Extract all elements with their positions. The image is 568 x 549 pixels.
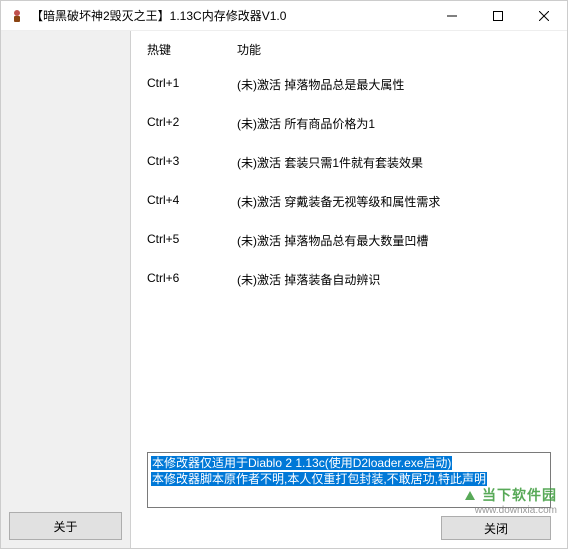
minimize-button[interactable]: [429, 1, 475, 30]
bottom-bar: 关闭: [147, 512, 551, 548]
hotkey-label: Ctrl+3: [147, 154, 237, 171]
main-panel: 热键 功能 Ctrl+1(未)激活 掉落物品总是最大属性Ctrl+2(未)激活 …: [131, 31, 567, 548]
hotkey-list: Ctrl+1(未)激活 掉落物品总是最大属性 Ctrl+2(未)激活 所有商品价格…: [147, 76, 551, 310]
function-label: (未)激活 所有商品价格为1: [237, 115, 551, 132]
titlebar: 【暗黑破坏神2毁灭之王】1.13C内存修改器V1.0: [1, 1, 567, 31]
app-window: 【暗黑破坏神2毁灭之王】1.13C内存修改器V1.0 关于 热键 功能 Ctrl…: [0, 0, 568, 549]
hotkey-row: Ctrl+1(未)激活 掉落物品总是最大属性: [147, 76, 551, 93]
hotkey-label: Ctrl+1: [147, 76, 237, 93]
sidebar-spacer: [1, 31, 130, 508]
hotkey-row: Ctrl+3(未)激活 套装只需1件就有套装效果: [147, 154, 551, 171]
hotkey-label: Ctrl+6: [147, 271, 237, 288]
window-title: 【暗黑破坏神2毁灭之王】1.13C内存修改器V1.0: [31, 7, 429, 24]
hotkey-row: Ctrl+4(未)激活 穿戴装备无视等级和属性需求: [147, 193, 551, 210]
function-label: (未)激活 掉落物品总有最大数量凹槽: [237, 232, 551, 249]
main-spacer: [147, 310, 551, 452]
hotkey-label: Ctrl+4: [147, 193, 237, 210]
app-icon: [9, 8, 25, 24]
window-controls: [429, 1, 567, 30]
header-hotkey: 热键: [147, 41, 237, 58]
maximize-button[interactable]: [475, 1, 521, 30]
notice-line-2: 本修改器脚本原作者不明,本人仅重打包封装,不敢居功,特此声明: [151, 472, 487, 486]
function-label: (未)激活 套装只需1件就有套装效果: [237, 154, 551, 171]
about-button[interactable]: 关于: [9, 512, 122, 540]
function-label: (未)激活 穿戴装备无视等级和属性需求: [237, 193, 551, 210]
function-label: (未)激活 掉落物品总是最大属性: [237, 76, 551, 93]
header-function: 功能: [237, 41, 551, 58]
notice-line-1: 本修改器仅适用于Diablo 2 1.13c(使用D2loader.exe启动): [151, 456, 452, 470]
hotkey-row: Ctrl+2(未)激活 所有商品价格为1: [147, 115, 551, 132]
close-window-button[interactable]: [521, 1, 567, 30]
hotkey-row: Ctrl+6(未)激活 掉落装备自动辨识: [147, 271, 551, 288]
close-button[interactable]: 关闭: [441, 516, 551, 540]
body-area: 关于 热键 功能 Ctrl+1(未)激活 掉落物品总是最大属性Ctrl+2(未)…: [1, 31, 567, 548]
hotkey-label: Ctrl+2: [147, 115, 237, 132]
hotkey-label: Ctrl+5: [147, 232, 237, 249]
notice-box[interactable]: 本修改器仅适用于Diablo 2 1.13c(使用D2loader.exe启动)…: [147, 452, 551, 508]
sidebar: 关于: [1, 31, 131, 548]
hotkey-row: Ctrl+5(未)激活 掉落物品总有最大数量凹槽: [147, 232, 551, 249]
table-header: 热键 功能: [147, 41, 551, 58]
function-label: (未)激活 掉落装备自动辨识: [237, 271, 551, 288]
